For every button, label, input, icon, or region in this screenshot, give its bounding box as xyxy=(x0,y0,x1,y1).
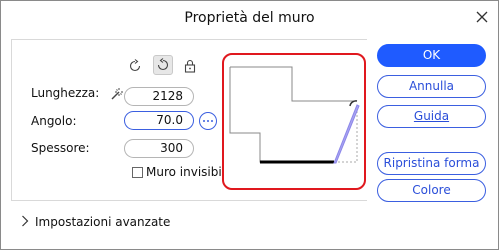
length-label: Lunghezza: xyxy=(31,86,100,100)
rotate-counterclockwise-icon[interactable] xyxy=(125,56,145,76)
advanced-settings-label: Impostazioni avanzate xyxy=(35,215,171,229)
angle-label: Angolo: xyxy=(31,114,77,128)
advanced-settings-toggle[interactable]: Impostazioni avanzate xyxy=(21,215,170,230)
help-button-label: Guida xyxy=(413,109,450,123)
thickness-label: Spessore: xyxy=(31,141,90,155)
more-options-icon[interactable] xyxy=(199,112,217,130)
magic-wand-icon[interactable] xyxy=(106,84,126,104)
wall-properties-dialog: Proprietà del muro Lunghezza: 2128 Angol… xyxy=(0,0,499,250)
invisible-wall-checkbox[interactable] xyxy=(132,167,143,178)
chevron-right-icon xyxy=(21,215,29,230)
wall-preview xyxy=(222,53,366,190)
close-icon[interactable] xyxy=(472,7,492,27)
length-input[interactable]: 2128 xyxy=(124,87,194,106)
help-button[interactable]: Guida xyxy=(377,105,486,128)
cancel-button[interactable]: Annulla xyxy=(377,75,486,98)
wall-preview-drawing xyxy=(229,66,360,164)
dialog-title: Proprietà del muro xyxy=(184,10,315,26)
rotate-clockwise-icon[interactable] xyxy=(153,55,173,75)
lock-icon[interactable] xyxy=(180,56,200,76)
thickness-input[interactable]: 300 xyxy=(124,139,194,158)
ok-button[interactable]: OK xyxy=(377,44,486,67)
invisible-wall-label: Muro invisibile xyxy=(146,165,233,179)
color-button[interactable]: Colore xyxy=(377,179,486,202)
angle-input[interactable]: 70.0 xyxy=(124,111,194,130)
reset-shape-button[interactable]: Ripristina forma xyxy=(377,152,486,175)
